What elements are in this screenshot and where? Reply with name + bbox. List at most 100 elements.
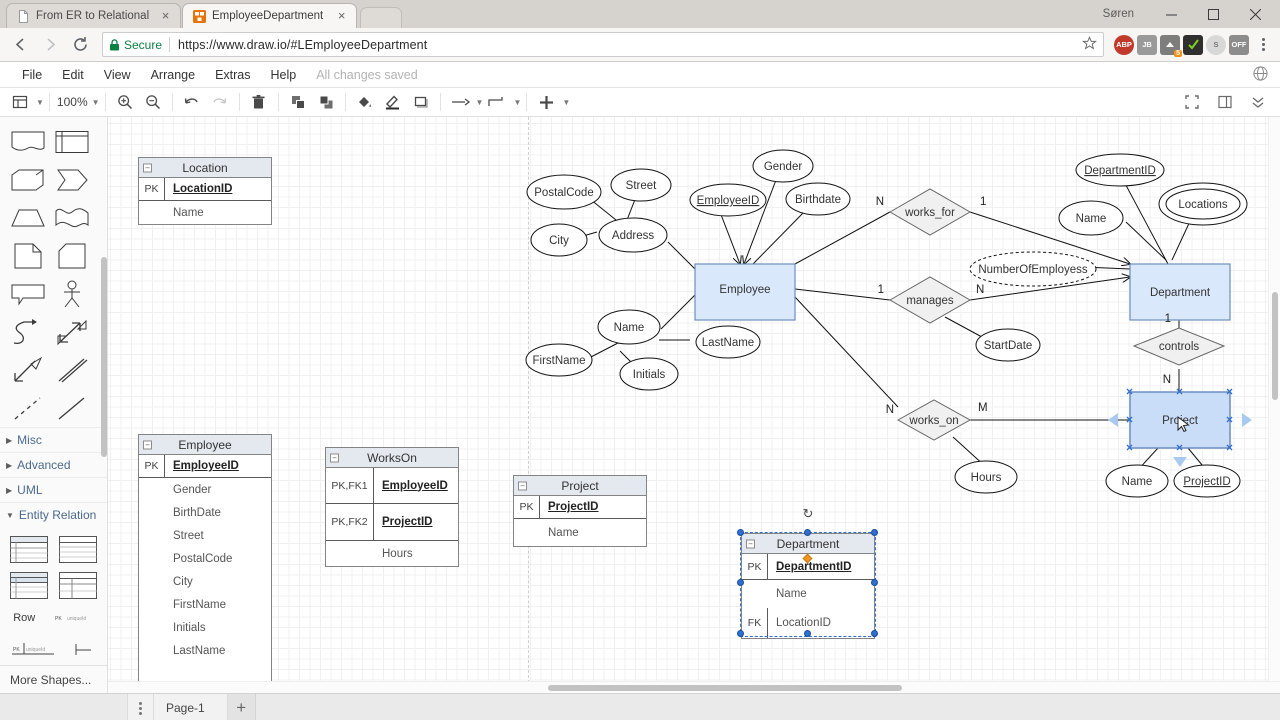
menu-file[interactable]: File xyxy=(12,68,52,82)
table-project[interactable]: − Project PK ProjectID Name xyxy=(513,475,647,547)
table-header[interactable]: − WorksOn xyxy=(326,448,458,468)
er-pk-shape-icon[interactable]: PK uniqueId xyxy=(54,610,94,627)
relationship-works-for[interactable]: works_for N 1 xyxy=(876,188,987,236)
pencil-line-icon[interactable] xyxy=(379,89,407,115)
sidebar-section-advanced[interactable]: ▶ Advanced xyxy=(0,452,107,477)
table-row[interactable]: Hours xyxy=(326,541,458,566)
double-arrow-icon[interactable] xyxy=(50,313,94,351)
minimize-icon[interactable] xyxy=(1150,0,1192,28)
table-row[interactable]: PK EmployeeID xyxy=(139,455,271,478)
zoom-level[interactable]: 100% xyxy=(55,95,90,109)
er-table3-shape-icon[interactable] xyxy=(9,572,48,602)
address-bar[interactable]: Secure https://www.draw.io/#LEmployeeDep… xyxy=(102,32,1104,57)
table-row[interactable]: Street xyxy=(139,524,271,547)
resize-handle-s[interactable] xyxy=(804,630,811,637)
sidebar-section-misc[interactable]: ▶ Misc xyxy=(0,427,107,452)
table-header[interactable]: − Location xyxy=(139,158,271,178)
menu-extras[interactable]: Extras xyxy=(205,68,260,82)
table-row[interactable]: PK ProjectID xyxy=(514,496,646,519)
entity-employee[interactable]: Employee xyxy=(694,263,796,321)
add-page-button[interactable]: + xyxy=(227,693,256,720)
back-arrow-icon[interactable] xyxy=(6,31,34,59)
table-row[interactable]: Name xyxy=(514,519,646,546)
resize-handle-n[interactable] xyxy=(804,529,811,536)
chevron-down-icon[interactable]: ▼ xyxy=(476,98,484,107)
resize-handle-se[interactable] xyxy=(871,630,878,637)
canvas-vscrollbar[interactable] xyxy=(1268,117,1280,681)
table-header[interactable]: − Project xyxy=(514,476,646,496)
attribute-departmentid[interactable]: DepartmentID xyxy=(1075,153,1165,187)
arrow-connector-icon[interactable] xyxy=(446,89,474,115)
er-table4-shape-icon[interactable] xyxy=(59,572,98,602)
off-toggle-icon[interactable]: OFF xyxy=(1229,34,1249,55)
document-shape-icon[interactable] xyxy=(6,123,50,161)
table-workson[interactable]: − WorksOn PK,FK1 EmployeeID PK,FK2 Proje… xyxy=(325,447,459,567)
resize-handle-sw[interactable] xyxy=(737,630,744,637)
single-arrow-icon[interactable] xyxy=(6,351,50,389)
attribute-numberofemployess[interactable]: NumberOfEmployess xyxy=(969,251,1097,287)
internal-storage-shape-icon[interactable] xyxy=(50,123,94,161)
close-icon[interactable]: × xyxy=(335,9,348,23)
table-row[interactable]: Name xyxy=(139,201,271,224)
table-row[interactable]: PK LocationID xyxy=(139,178,271,201)
table-row[interactable]: BirthDate xyxy=(139,501,271,524)
page-tab[interactable]: Page-1 xyxy=(154,693,228,720)
collapse-icon[interactable]: − xyxy=(330,453,339,462)
attribute-name-employee[interactable]: Name xyxy=(597,309,661,345)
card-shape-icon[interactable] xyxy=(50,237,94,275)
entity-department[interactable]: Department xyxy=(1129,263,1231,321)
table-row[interactable]: FirstName xyxy=(139,593,271,616)
table-row[interactable]: PK,FK2 ProjectID xyxy=(326,504,458,541)
rotate-handle[interactable]: ↻ xyxy=(801,506,815,521)
zoom-in-icon[interactable] xyxy=(111,89,139,115)
er-pk-underline-shape-icon[interactable]: PK uniqueId xyxy=(12,643,55,662)
trash-icon[interactable] xyxy=(245,89,273,115)
curved-arrow-icon[interactable] xyxy=(6,313,50,351)
more-shapes-button[interactable]: More Shapes... xyxy=(0,665,107,693)
globe-icon[interactable] xyxy=(1253,65,1268,84)
resize-handle-ne[interactable] xyxy=(871,529,878,536)
send-to-back-icon[interactable] xyxy=(312,89,340,115)
undo-icon[interactable] xyxy=(178,89,206,115)
note-shape-icon[interactable] xyxy=(6,237,50,275)
sidebar-section-entity-relation[interactable]: ▼ Entity Relation xyxy=(0,502,107,527)
attribute-street[interactable]: Street xyxy=(610,168,672,202)
attribute-lastname[interactable]: LastName xyxy=(695,325,761,359)
table-employee[interactable]: − Employee PK EmployeeID Gender BirthDat… xyxy=(138,434,272,686)
new-tab-button[interactable] xyxy=(360,7,402,28)
fill-bucket-icon[interactable] xyxy=(351,89,379,115)
page-options-icon[interactable] xyxy=(128,693,154,720)
jsonview-icon[interactable]: JB xyxy=(1137,34,1157,55)
attribute-projectid[interactable]: ProjectID xyxy=(1173,464,1241,498)
table-row[interactable]: PK,FK1 EmployeeID xyxy=(326,468,458,504)
download-icon[interactable]: 5 xyxy=(1160,34,1182,57)
star-icon[interactable] xyxy=(1082,35,1097,54)
zoom-out-icon[interactable] xyxy=(139,89,167,115)
maximize-icon[interactable] xyxy=(1192,0,1234,28)
sidebar-section-uml[interactable]: ▶ UML xyxy=(0,477,107,502)
attribute-city[interactable]: City xyxy=(530,223,588,257)
dashed-line-icon[interactable] xyxy=(6,389,50,427)
close-icon[interactable]: × xyxy=(159,9,172,23)
er-table2-shape-icon[interactable] xyxy=(59,536,98,566)
er-divider-shape-icon[interactable] xyxy=(71,643,95,662)
attribute-birthdate[interactable]: Birthdate xyxy=(785,182,851,216)
format-panel-icon[interactable] xyxy=(1211,89,1239,115)
menu-arrange[interactable]: Arrange xyxy=(141,68,205,82)
reload-icon[interactable] xyxy=(66,31,94,59)
chevron-down-icon[interactable]: ▼ xyxy=(562,98,570,107)
tape-shape-icon[interactable] xyxy=(50,199,94,237)
attribute-hours[interactable]: Hours xyxy=(954,460,1018,494)
table-header[interactable]: − Employee xyxy=(139,435,271,455)
plus-icon[interactable] xyxy=(532,89,560,115)
hscroll-thumb[interactable] xyxy=(548,685,902,691)
profile-name[interactable]: Søren xyxy=(1103,8,1134,20)
callout-shape-icon[interactable] xyxy=(6,275,50,313)
actor-shape-icon[interactable] xyxy=(50,275,94,313)
cube-shape-icon[interactable] xyxy=(6,161,50,199)
shadow-rect-icon[interactable] xyxy=(407,89,435,115)
shapes-sidebar[interactable]: ▶ Misc ▶ Advanced ▶ UML ▼ Entity Relatio… xyxy=(0,117,108,693)
plain-line-icon[interactable] xyxy=(50,389,94,427)
attribute-employeeid[interactable]: EmployeeID xyxy=(689,183,767,217)
chrome-menu-icon[interactable] xyxy=(1252,33,1274,57)
